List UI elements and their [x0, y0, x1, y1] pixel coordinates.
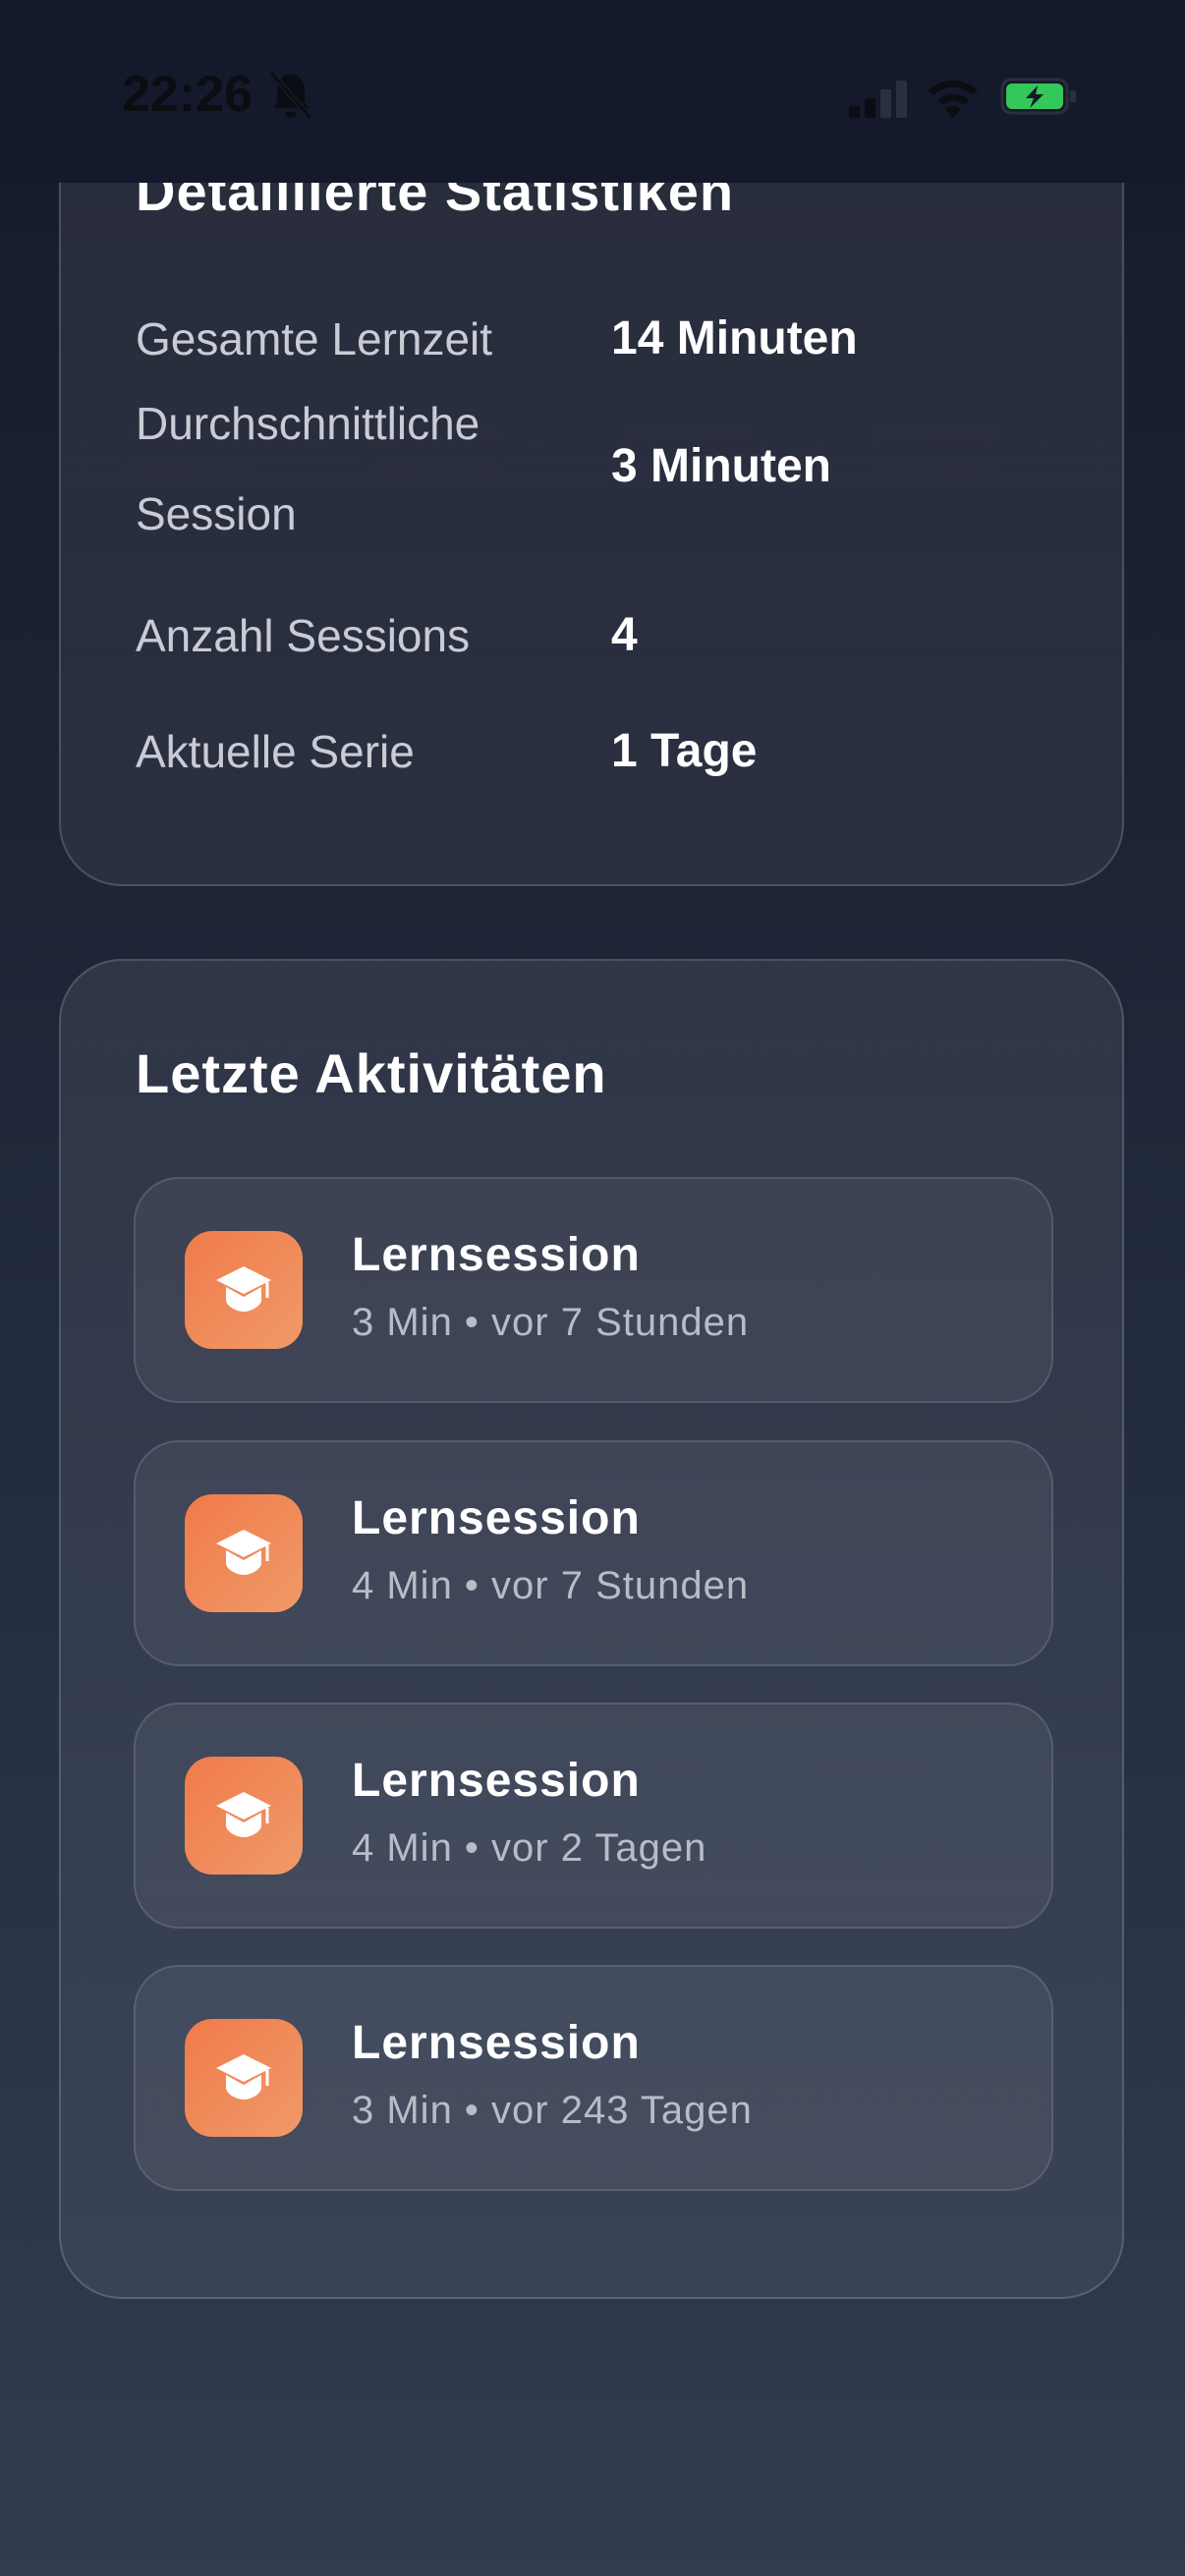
bell-slash-icon	[268, 71, 313, 120]
activity-name: Lernsession	[352, 1229, 641, 1281]
activity-item[interactable]: Lernsession 3 Min • vor 7 Stunden	[134, 1177, 1053, 1403]
recent-activities-card: Letzte Aktivitäten Lernsession 3 Min • v…	[59, 959, 1124, 2299]
stat-label: Gesamte Lernzeit	[136, 313, 493, 364]
activity-icon-box	[185, 1231, 303, 1349]
activity-icon-box	[185, 2019, 303, 2137]
status-bar: 22:26	[0, 0, 1185, 183]
activity-meta: 4 Min • vor 2 Tagen	[352, 1826, 707, 1870]
stat-label: Anzahl Sessions	[136, 610, 471, 661]
activity-name: Lernsession	[352, 1755, 641, 1807]
activity-meta: 4 Min • vor 7 Stunden	[352, 1564, 750, 1607]
stat-value: 14 Minuten	[611, 312, 858, 364]
activities-title: Letzte Aktivitäten	[136, 1042, 607, 1104]
battery-charging-icon	[1000, 78, 1076, 115]
graduation-cap-icon	[216, 1530, 271, 1575]
stat-value: 3 Minuten	[611, 440, 831, 492]
stat-value: 1 Tage	[611, 725, 758, 777]
activity-item[interactable]: Lernsession 4 Min • vor 7 Stunden	[134, 1440, 1053, 1666]
stat-label: Aktuelle Serie	[136, 726, 415, 777]
graduation-cap-icon	[216, 2054, 271, 2100]
activity-item[interactable]: Lernsession 3 Min • vor 243 Tagen	[134, 1965, 1053, 2191]
activity-icon-box	[185, 1494, 303, 1612]
activity-name: Lernsession	[352, 2017, 641, 2069]
wifi-icon	[929, 80, 978, 118]
signal-icon	[849, 81, 907, 118]
activity-item[interactable]: Lernsession 4 Min • vor 2 Tagen	[134, 1703, 1053, 1929]
status-time: 22:26	[122, 66, 253, 123]
graduation-cap-icon	[216, 1792, 271, 1837]
activity-name: Lernsession	[352, 1492, 641, 1544]
stat-label: Durchschnittliche Session	[136, 398, 480, 539]
activity-icon-box	[185, 1757, 303, 1875]
activity-meta: 3 Min • vor 243 Tagen	[352, 2089, 753, 2132]
activity-meta: 3 Min • vor 7 Stunden	[352, 1301, 750, 1344]
stat-value: 4	[611, 609, 638, 661]
graduation-cap-icon	[216, 1266, 271, 1312]
stats-card: Detaillierte Statistiken Gesamte Lernzei…	[59, 98, 1124, 886]
